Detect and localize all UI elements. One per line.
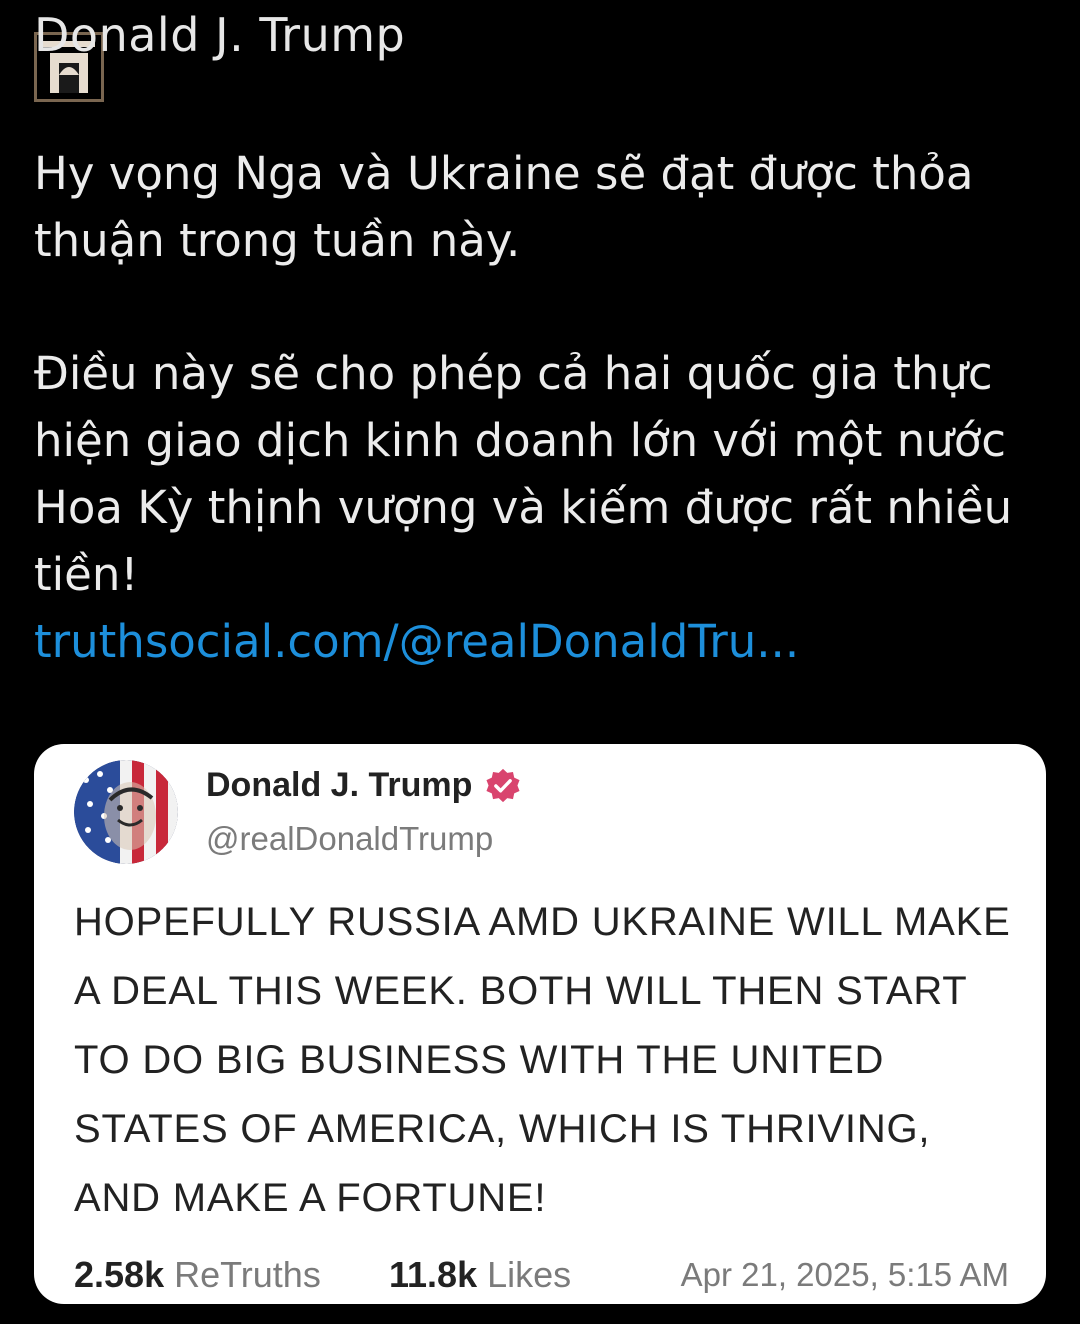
card-timestamp[interactable]: Apr 21, 2025, 5:15 AM xyxy=(681,1256,1009,1294)
flag-portrait-avatar-icon xyxy=(74,760,178,864)
likes-stat[interactable]: 11.8k Likes xyxy=(389,1254,571,1296)
post-body: Hy vọng Nga và Ukraine sẽ đạt được thỏa … xyxy=(34,140,1054,675)
post-paragraph-1: Hy vọng Nga và Ukraine sẽ đạt được thỏa … xyxy=(34,147,974,267)
card-author-row: Donald J. Trump xyxy=(206,766,522,805)
card-author-handle[interactable]: @realDonaldTrump xyxy=(206,820,493,858)
likes-label: Likes xyxy=(487,1254,572,1295)
card-post-text: HOPEFULLY RUSSIA AMD UKRAINE WILL MAKE A… xyxy=(74,900,1011,1220)
avatar[interactable] xyxy=(74,760,178,864)
verified-badge-icon xyxy=(486,768,520,802)
post-author-name[interactable]: Donald J. Trump xyxy=(34,8,405,62)
embedded-post-card[interactable]: Donald J. Trump @realDonaldTrump HOPEFUL… xyxy=(34,744,1046,1304)
likes-count: 11.8k xyxy=(389,1254,478,1295)
retruths-stat[interactable]: 2.58k ReTruths xyxy=(74,1254,321,1296)
post-source-link[interactable]: truthsocial.com/@realDonaldTru... xyxy=(34,608,1054,675)
card-stats-row: 2.58k ReTruths 11.8k Likes Apr 21, 2025,… xyxy=(74,1254,1009,1304)
retruths-count: 2.58k xyxy=(74,1254,165,1295)
retruths-label: ReTruths xyxy=(174,1254,321,1295)
card-author-name[interactable]: Donald J. Trump xyxy=(206,766,472,805)
post-paragraph-2: Điều này sẽ cho phép cả hai quốc gia thự… xyxy=(34,347,1013,601)
